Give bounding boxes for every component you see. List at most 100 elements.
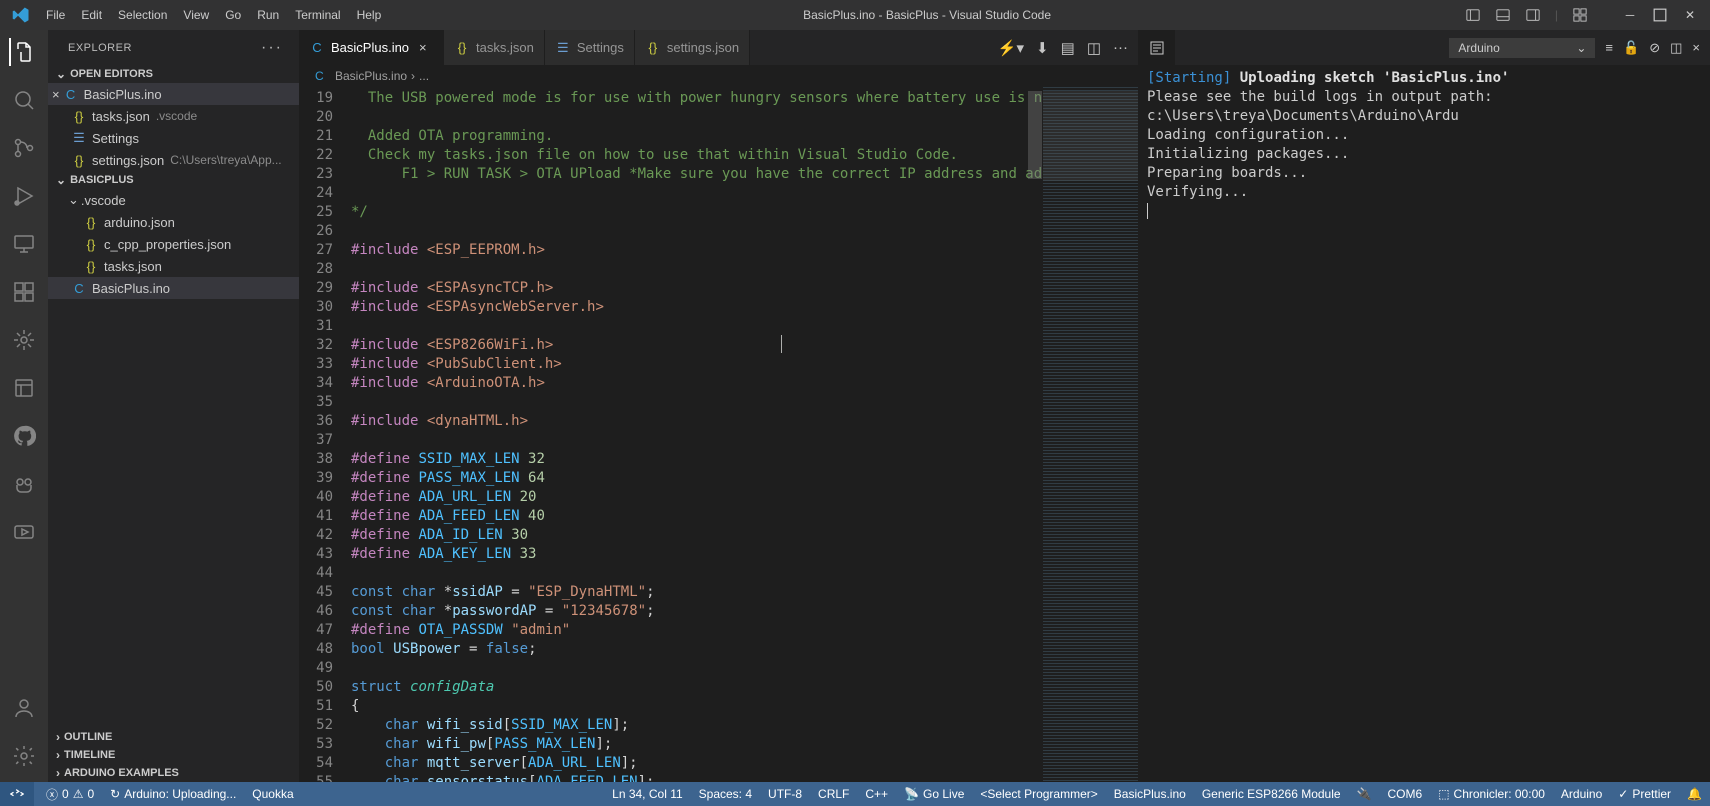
tab-tasks[interactable]: {} tasks.json — [444, 30, 545, 65]
menu-help[interactable]: Help — [349, 4, 390, 26]
json-icon: {} — [645, 40, 661, 55]
layout-right-icon[interactable] — [1525, 7, 1541, 23]
close-icon[interactable]: × — [52, 87, 60, 102]
open-editor-item[interactable]: {} settings.json C:\Users\treya\App... — [48, 149, 299, 171]
sketch-status[interactable]: BasicPlus.ino — [1106, 782, 1194, 806]
programmer-status[interactable]: <Select Programmer> — [972, 782, 1105, 806]
search-icon[interactable] — [10, 86, 38, 114]
menu-go[interactable]: Go — [217, 4, 249, 26]
compare-icon[interactable]: ▤ — [1061, 39, 1075, 57]
github-icon[interactable] — [10, 422, 38, 450]
tab-settings-json[interactable]: {} settings.json — [635, 30, 750, 65]
minimize-icon[interactable]: ─ — [1622, 7, 1638, 23]
split-icon[interactable]: ◫ — [1670, 40, 1682, 56]
more-actions-icon[interactable]: ··· — [1113, 39, 1128, 57]
menu-selection[interactable]: Selection — [110, 4, 175, 26]
open-editors-header[interactable]: ⌄ OPEN EDITORS — [48, 65, 299, 83]
output-channel-select[interactable]: Arduino ⌄ — [1449, 38, 1595, 58]
chevron-down-icon: ⌄ — [56, 67, 66, 81]
file-item[interactable]: C BasicPlus.ino — [48, 277, 299, 299]
code-editor[interactable]: 19 20 21 22 23 24 25 26 27 28 29 30 31 3… — [299, 87, 1138, 782]
explorer-icon[interactable] — [9, 38, 37, 66]
file-item[interactable]: {} tasks.json — [48, 255, 299, 277]
prettier-status[interactable]: ✓Prettier — [1610, 782, 1679, 806]
close-panel-icon[interactable]: × — [1692, 40, 1700, 55]
clear-icon[interactable]: ⊘ — [1649, 40, 1660, 56]
run-debug-icon[interactable] — [10, 182, 38, 210]
golive-status[interactable]: 📡Go Live — [896, 782, 972, 806]
json-icon: {} — [70, 153, 88, 168]
outline-header[interactable]: ›OUTLINE — [48, 728, 299, 746]
project-icon[interactable] — [10, 374, 38, 402]
open-editor-item[interactable]: {} tasks.json .vscode — [48, 105, 299, 127]
layout-custom-icon[interactable] — [1572, 7, 1588, 23]
workspace-header[interactable]: ⌄ BASICPLUS — [48, 171, 299, 189]
encoding-status[interactable]: UTF-8 — [760, 782, 810, 806]
source-control-icon[interactable] — [10, 134, 38, 162]
arduino-upload-icon[interactable]: ⬇ — [1036, 39, 1049, 57]
cursor-position[interactable]: Ln 34, Col 11 — [604, 782, 691, 806]
close-icon[interactable]: × — [419, 40, 433, 55]
line-numbers: 19 20 21 22 23 24 25 26 27 28 29 30 31 3… — [299, 87, 351, 782]
lock-icon[interactable]: 🔓 — [1623, 40, 1639, 56]
arduino-status[interactable]: ↻Arduino: Uploading... — [102, 782, 244, 806]
output-content[interactable]: [Starting] Uploading sketch 'BasicPlus.i… — [1139, 65, 1710, 782]
remote-icon[interactable] — [0, 782, 34, 806]
title-bar: File Edit Selection View Go Run Terminal… — [0, 0, 1710, 30]
plug-icon[interactable]: 🔌 — [1349, 782, 1380, 806]
output-panel: Arduino ⌄ ≡ 🔓 ⊘ ◫ × [Starting] Uploading… — [1138, 30, 1710, 782]
file-item[interactable]: {} c_cpp_properties.json — [48, 233, 299, 255]
chevron-right-icon: › — [56, 766, 60, 780]
account-icon[interactable] — [10, 694, 38, 722]
vscode-icon — [12, 6, 30, 24]
split-editor-icon[interactable]: ◫ — [1087, 39, 1101, 57]
editor-tabs: C BasicPlus.ino × {} tasks.json ☰ Settin… — [299, 30, 1138, 65]
open-editor-item[interactable]: × C BasicPlus.ino — [48, 83, 299, 105]
language-status[interactable]: C++ — [857, 782, 896, 806]
breadcrumb[interactable]: C BasicPlus.ino › ... — [299, 65, 1138, 87]
scrollbar[interactable] — [1028, 87, 1042, 782]
maximize-icon[interactable] — [1652, 7, 1668, 23]
ino-icon: C — [315, 69, 331, 83]
arduino-verify-icon[interactable]: ⚡▾ — [998, 39, 1024, 57]
copilot-icon[interactable] — [10, 470, 38, 498]
liveshare-icon[interactable] — [10, 518, 38, 546]
extensions-icon[interactable] — [10, 278, 38, 306]
arduino-mode[interactable]: Arduino — [1553, 782, 1610, 806]
chronicler-status[interactable]: ⬚Chronicler: 00:00 — [1430, 782, 1553, 806]
menu-terminal[interactable]: Terminal — [287, 4, 348, 26]
gitlens-icon[interactable] — [10, 326, 38, 354]
folder-item[interactable]: ⌄ .vscode — [48, 189, 299, 211]
tab-basicplus[interactable]: C BasicPlus.ino × — [299, 30, 444, 65]
settings-icon[interactable] — [10, 742, 38, 770]
remote-explorer-icon[interactable] — [10, 230, 38, 258]
json-icon: {} — [454, 40, 470, 55]
eol-status[interactable]: CRLF — [810, 782, 857, 806]
chevron-down-icon: ⌄ — [56, 173, 66, 187]
timeline-header[interactable]: ›TIMELINE — [48, 746, 299, 764]
problems-status[interactable]: ⓧ0 ⚠0 — [38, 782, 102, 806]
quokka-status[interactable]: Quokka — [244, 782, 301, 806]
output-tab-icon[interactable] — [1139, 30, 1175, 65]
menu-run[interactable]: Run — [249, 4, 287, 26]
layout-bottom-icon[interactable] — [1495, 7, 1511, 23]
close-icon[interactable]: ✕ — [1682, 7, 1698, 23]
open-editor-item[interactable]: ☰ Settings — [48, 127, 299, 149]
menu-edit[interactable]: Edit — [73, 4, 110, 26]
spaces-status[interactable]: Spaces: 4 — [691, 782, 760, 806]
menu-file[interactable]: File — [38, 4, 73, 26]
menu-view[interactable]: View — [175, 4, 217, 26]
notifications-icon[interactable]: 🔔 — [1679, 782, 1710, 806]
port-status[interactable]: COM6 — [1380, 782, 1431, 806]
board-status[interactable]: Generic ESP8266 Module — [1194, 782, 1349, 806]
json-icon: {} — [82, 237, 100, 252]
arduino-examples-header[interactable]: ›ARDUINO EXAMPLES — [48, 764, 299, 782]
menu-bar: File Edit Selection View Go Run Terminal… — [38, 4, 389, 26]
code-content[interactable]: The USB powered mode is for use with pow… — [351, 87, 1043, 782]
tab-settings[interactable]: ☰ Settings — [545, 30, 635, 65]
file-item[interactable]: {} arduino.json — [48, 211, 299, 233]
explorer-more-icon[interactable]: ··· — [261, 39, 283, 57]
minimap[interactable] — [1043, 87, 1138, 782]
filter-icon[interactable]: ≡ — [1605, 40, 1613, 55]
layout-left-icon[interactable] — [1465, 7, 1481, 23]
